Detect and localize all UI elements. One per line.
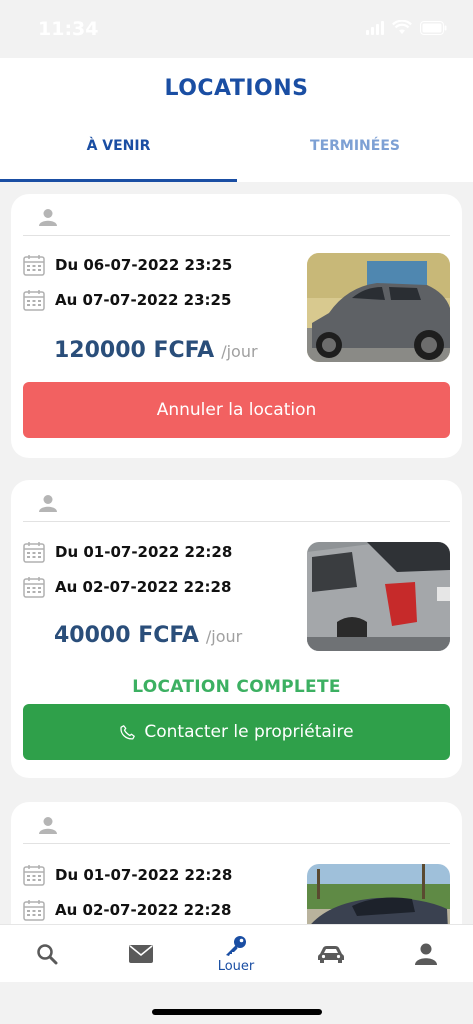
page-title: LOCATIONS <box>164 76 309 101</box>
owner-row <box>23 194 450 236</box>
key-icon <box>226 935 246 956</box>
mail-icon <box>129 945 153 963</box>
date-from-row: Du 06-07-2022 23:25 <box>23 254 232 276</box>
rental-card: Du 01-07-2022 22:28 Au 02-07-2022 22:28 … <box>11 480 462 778</box>
user-icon <box>39 495 57 512</box>
date-from: Du 06-07-2022 23:25 <box>55 256 233 274</box>
user-icon <box>39 209 57 226</box>
price-unit: /jour <box>221 342 258 361</box>
date-from-row: Du 01-07-2022 22:28 <box>23 864 232 886</box>
car-photo[interactable] <box>307 542 450 651</box>
header: LOCATIONS À VENIR TERMINÉES <box>0 58 473 182</box>
rental-card: Du 06-07-2022 23:25 Au 07-07-2022 23:25 … <box>11 194 462 458</box>
tab-upcoming[interactable]: À VENIR <box>0 138 237 154</box>
contact-owner-label: Contacter le propriétaire <box>144 722 354 742</box>
search-icon <box>37 944 58 965</box>
nav-profile[interactable] <box>379 925 473 983</box>
signal-icon <box>366 20 384 35</box>
car-icon <box>318 946 344 963</box>
nav-rent[interactable]: Louer <box>189 925 283 983</box>
home-indicator-area <box>0 982 473 1024</box>
rental-list[interactable]: Du 06-07-2022 23:25 Au 07-07-2022 23:25 … <box>0 182 473 924</box>
date-to: Au 02-07-2022 22:28 <box>55 578 232 596</box>
date-to: Au 02-07-2022 22:28 <box>55 901 232 919</box>
date-to-row: Au 02-07-2022 22:28 <box>23 899 231 921</box>
price-row: 120000 FCFA /jour <box>54 338 258 363</box>
calendar-icon <box>23 255 45 276</box>
nav-messages[interactable] <box>94 925 188 983</box>
price-row: 40000 FCFA /jour <box>54 623 242 648</box>
user-icon <box>415 943 437 965</box>
status-time: 11:34 <box>38 18 99 40</box>
owner-row <box>23 802 450 844</box>
calendar-icon <box>23 290 45 311</box>
calendar-icon <box>23 577 45 598</box>
calendar-icon <box>23 865 45 886</box>
bottom-nav: Louer <box>0 924 473 982</box>
car-photo[interactable] <box>307 253 450 362</box>
tab-finished[interactable]: TERMINÉES <box>237 138 473 154</box>
price-value: 120000 FCFA <box>54 338 215 363</box>
status-icons <box>366 20 447 35</box>
owner-row <box>23 480 450 522</box>
car-photo[interactable] <box>307 864 450 924</box>
cancel-rental-button[interactable]: Annuler la location <box>23 382 450 438</box>
status-bar: 11:34 <box>0 0 473 58</box>
date-from-row: Du 01-07-2022 22:28 <box>23 541 232 563</box>
battery-icon <box>420 20 447 35</box>
date-to-row: Au 07-07-2022 23:25 <box>23 289 231 311</box>
calendar-icon <box>23 900 45 921</box>
nav-cars[interactable] <box>284 925 378 983</box>
phone-icon <box>120 724 136 740</box>
rental-status: LOCATION COMPLETE <box>132 677 341 697</box>
wifi-icon <box>392 20 412 34</box>
nav-rent-label: Louer <box>217 958 255 974</box>
price-value: 40000 FCFA <box>54 623 199 648</box>
date-from: Du 01-07-2022 22:28 <box>55 866 233 884</box>
date-from: Du 01-07-2022 22:28 <box>55 543 233 561</box>
contact-owner-button[interactable]: Contacter le propriétaire <box>23 704 450 760</box>
rental-card: Du 01-07-2022 22:28 Au 02-07-2022 22:28 <box>11 802 462 924</box>
nav-search[interactable] <box>0 925 94 983</box>
date-to: Au 07-07-2022 23:25 <box>55 291 232 309</box>
calendar-icon <box>23 542 45 563</box>
user-icon <box>39 817 57 834</box>
home-indicator[interactable] <box>152 1009 322 1015</box>
price-unit: /jour <box>205 627 243 646</box>
date-to-row: Au 02-07-2022 22:28 <box>23 576 231 598</box>
